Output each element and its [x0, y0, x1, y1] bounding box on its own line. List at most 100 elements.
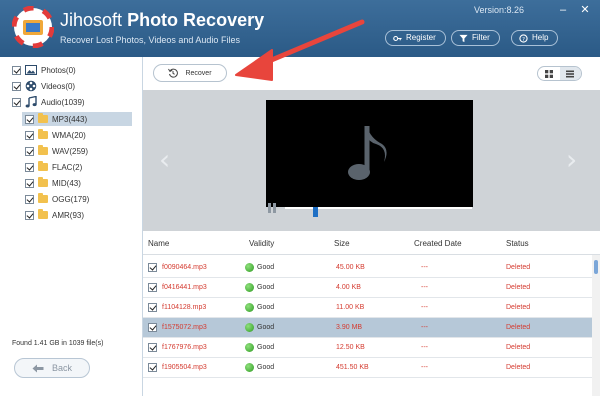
grid-view-button[interactable]: [538, 67, 560, 80]
recover-button[interactable]: Recover: [153, 64, 227, 82]
checkbox[interactable]: [148, 363, 157, 372]
table-row[interactable]: f1575072.mp3 Good 3.90 MB --- Deleted: [143, 318, 592, 338]
close-icon[interactable]: ✕: [578, 3, 592, 17]
table-row[interactable]: f1905504.mp3 Good 451.50 KB --- Deleted: [143, 358, 592, 378]
tree-label: OGG(179): [52, 194, 90, 204]
validity-cell: Good: [245, 363, 274, 372]
checkbox[interactable]: [25, 194, 34, 204]
register-button[interactable]: Register: [385, 30, 446, 46]
column-status[interactable]: Status: [506, 239, 529, 248]
file-status: Deleted: [506, 344, 531, 351]
tree-label: AMR(93): [52, 210, 85, 220]
back-arrow-icon: [32, 364, 44, 372]
validity-label: Good: [257, 324, 275, 331]
validity-label: Good: [257, 284, 275, 291]
file-size: 4.00 KB: [336, 284, 361, 291]
filter-label: Filter: [472, 33, 490, 42]
tree-item-mp3[interactable]: MP3(443): [22, 112, 132, 126]
filter-button[interactable]: Filter: [451, 30, 500, 46]
file-status: Deleted: [506, 324, 531, 331]
file-status: Deleted: [506, 264, 531, 271]
tree-item-wav[interactable]: WAV(259): [25, 144, 88, 158]
tree-item-ogg[interactable]: OGG(179): [25, 192, 89, 206]
svg-text:?: ?: [522, 36, 525, 42]
help-label: Help: [532, 33, 549, 42]
minimize-icon[interactable]: –: [556, 3, 570, 17]
tree-item-amr[interactable]: AMR(93): [25, 208, 84, 222]
column-size[interactable]: Size: [334, 239, 350, 248]
checkbox[interactable]: [25, 210, 34, 220]
column-validity[interactable]: Validity: [249, 239, 274, 248]
tree-item-mid[interactable]: MID(43): [25, 176, 81, 190]
tree-label: FLAC(2): [52, 162, 83, 172]
previous-arrow-icon[interactable]: ‹: [159, 143, 170, 176]
key-icon: [393, 35, 402, 41]
table-row[interactable]: f1767976.mp3 Good 12.50 KB --- Deleted: [143, 338, 592, 358]
column-created-date[interactable]: Created Date: [414, 239, 462, 248]
checkbox[interactable]: [148, 283, 157, 292]
toolbar: Recover: [143, 57, 600, 90]
table-header: Name Validity Size Created Date Status: [143, 231, 600, 255]
status-dot-icon: [245, 263, 254, 272]
tree-label: MID(43): [52, 178, 81, 188]
file-name: f1104128.mp3: [162, 304, 207, 311]
created-date: ---: [421, 344, 428, 351]
grid-icon: [544, 69, 553, 78]
tree-item-audio[interactable]: Audio(1039): [12, 95, 85, 109]
file-status: Deleted: [506, 304, 531, 311]
checkbox[interactable]: [12, 65, 21, 75]
column-name[interactable]: Name: [148, 239, 169, 248]
table-row[interactable]: f0416441.mp3 Good 4.00 KB --- Deleted: [143, 278, 592, 298]
list-icon: [566, 70, 575, 77]
folder-icon: [38, 145, 48, 155]
file-size: 12.50 KB: [336, 344, 365, 351]
pause-icon[interactable]: [268, 203, 277, 213]
list-view-button[interactable]: [559, 67, 581, 80]
file-status: Deleted: [506, 364, 531, 371]
tree-item-flac[interactable]: FLAC(2): [25, 160, 82, 174]
tree-label: Videos(0): [41, 81, 76, 91]
validity-cell: Good: [245, 343, 274, 352]
tree-item-wma[interactable]: WMA(20): [25, 128, 86, 142]
tree-item-videos[interactable]: Videos(0): [12, 79, 75, 93]
folder-icon: [38, 129, 48, 139]
back-button[interactable]: Back: [14, 358, 90, 378]
tree-label: Audio(1039): [41, 97, 85, 107]
checkbox[interactable]: [12, 81, 21, 91]
seek-bar[interactable]: [285, 207, 472, 217]
film-reel-icon: [25, 80, 37, 92]
file-name: f0416441.mp3: [162, 284, 207, 291]
folder-icon: [38, 177, 48, 187]
next-arrow-icon[interactable]: ›: [566, 143, 577, 176]
checkbox[interactable]: [12, 97, 21, 107]
checkbox[interactable]: [25, 114, 34, 124]
checkbox[interactable]: [148, 303, 157, 312]
table-row[interactable]: f0090464.mp3 Good 45.00 KB --- Deleted: [143, 258, 592, 278]
folder-icon: [38, 209, 48, 219]
tree-label: WMA(20): [52, 130, 86, 140]
folder-icon: [38, 193, 48, 203]
seek-knob[interactable]: [312, 207, 318, 217]
checkbox[interactable]: [25, 178, 34, 188]
playback-controls: [268, 202, 475, 217]
music-note-icon: [348, 126, 387, 180]
checkbox[interactable]: [148, 263, 157, 272]
validity-cell: Good: [245, 303, 274, 312]
status-dot-icon: [245, 303, 254, 312]
file-size: 3.90 MB: [336, 324, 363, 331]
help-button[interactable]: ? Help: [511, 30, 559, 46]
table-row[interactable]: f1104128.mp3 Good 11.00 KB --- Deleted: [143, 298, 592, 318]
file-size: 451.50 KB: [336, 364, 369, 371]
checkbox[interactable]: [148, 323, 157, 332]
checkbox[interactable]: [25, 130, 34, 140]
tree-item-photos[interactable]: Photos(0): [12, 63, 76, 77]
scrollbar-thumb[interactable]: [594, 260, 598, 274]
created-date: ---: [421, 264, 428, 271]
table-scrollbar[interactable]: [592, 255, 600, 396]
checkbox[interactable]: [25, 162, 34, 172]
product-name: Photo Recovery: [127, 10, 265, 30]
funnel-icon: [459, 34, 468, 42]
checkbox[interactable]: [148, 343, 157, 352]
checkbox[interactable]: [25, 146, 34, 156]
restore-icon: [168, 68, 179, 78]
